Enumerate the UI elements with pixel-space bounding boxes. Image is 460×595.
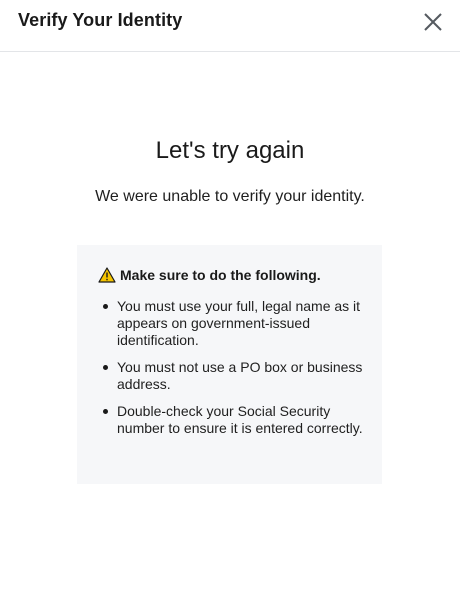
modal-title: Verify Your Identity (18, 10, 183, 30)
requirements-list: You must use your full, legal name as it… (103, 298, 363, 447)
list-item-text: You must not use a PO box or business ad… (117, 359, 363, 392)
close-button[interactable] (420, 9, 446, 35)
warning-title: Make sure to do the following. (120, 267, 321, 283)
warning-icon (98, 267, 116, 283)
modal-header: Verify Your Identity (0, 0, 460, 52)
list-item: You must use your full, legal name as it… (103, 298, 363, 349)
bullet-dot (103, 304, 108, 309)
close-icon (424, 13, 442, 31)
bullet-dot (103, 409, 108, 414)
list-item-text: Double-check your Social Security number… (117, 403, 363, 436)
list-item: Double-check your Social Security number… (103, 403, 363, 437)
list-item-text: You must use your full, legal name as it… (117, 298, 361, 348)
list-item: You must not use a PO box or business ad… (103, 359, 363, 393)
bullet-dot (103, 365, 108, 370)
warning-row: Make sure to do the following. (98, 266, 321, 284)
error-message: We were unable to verify your identity. (95, 188, 365, 205)
requirements-panel: Make sure to do the following. You must … (77, 245, 382, 484)
page-heading: Let's try again (155, 137, 305, 164)
